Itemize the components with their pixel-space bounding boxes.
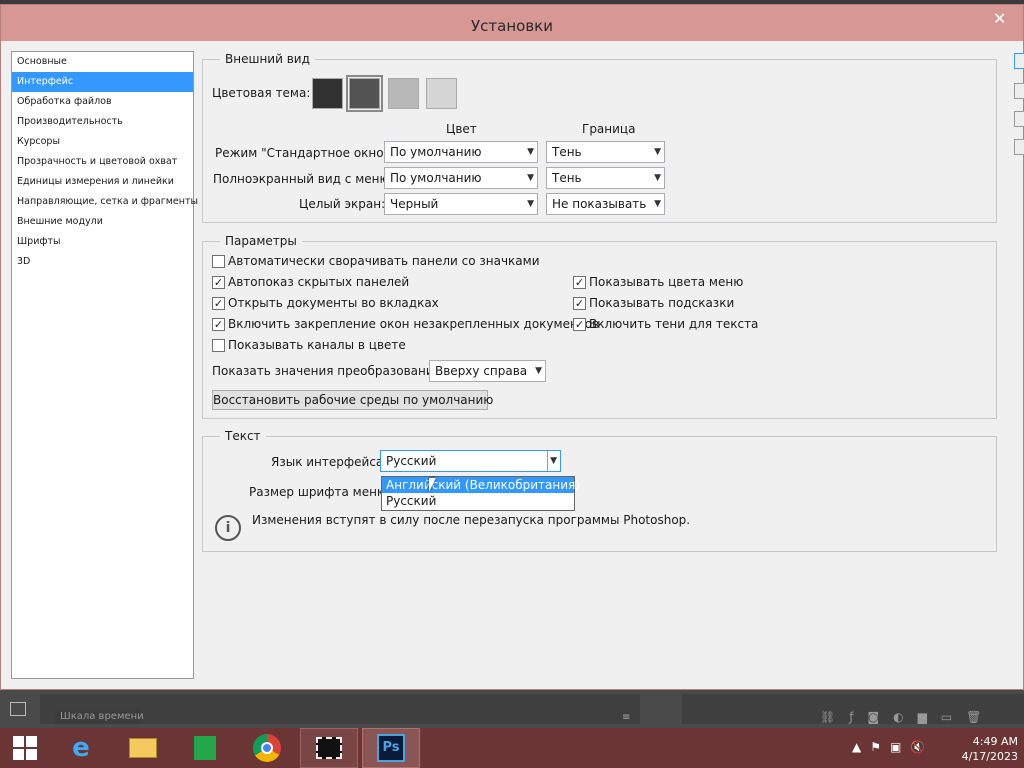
- close-icon[interactable]: ✕: [993, 9, 1006, 28]
- preferences-dialog: Установки ✕ Основные Интерфейс Обработка…: [0, 4, 1024, 690]
- checkbox-auto-collapse[interactable]: [212, 255, 225, 268]
- timeline-panel-strip: Шкала времени ≡ ⛓ƒ◙◐▆▭🗑: [0, 690, 1024, 728]
- chevron-down-icon: ▼: [654, 199, 661, 209]
- preferences-nav: Основные Интерфейс Обработка файлов Прои…: [11, 51, 198, 679]
- nav-item-general[interactable]: Основные: [12, 52, 193, 72]
- panel-toggle-icon[interactable]: [10, 702, 26, 716]
- restart-info-text: Изменения вступят в силу после перезапус…: [252, 513, 691, 527]
- standard-window-border-select[interactable]: Тень ▼: [546, 141, 665, 163]
- open-tabs-label: Открыть документы во вкладках: [228, 296, 439, 310]
- theme-swatch-lightest[interactable]: [426, 78, 457, 109]
- chevron-down-icon: ▼: [527, 147, 534, 157]
- menu-font-size-label: Размер шрифта меню:: [249, 485, 392, 499]
- internet-explorer-icon[interactable]: e: [52, 728, 110, 768]
- nav-item-type[interactable]: Шрифты: [12, 232, 193, 252]
- column-color-header: Цвет: [446, 122, 477, 136]
- tooltips-label: Показывать подсказки: [589, 296, 735, 310]
- column-border-header: Граница: [582, 122, 636, 136]
- fullscreen-menu-label: Полноэкранный вид с меню:: [213, 172, 394, 186]
- panel-menu-icon[interactable]: ≡: [622, 712, 630, 723]
- text-shadows-label: Включить тени для текста: [589, 317, 759, 331]
- chrome-icon[interactable]: [238, 728, 296, 768]
- full-screen-color-select[interactable]: Черный ▼: [384, 193, 538, 215]
- language-option-russian[interactable]: Русский: [382, 493, 574, 509]
- checkbox-open-tabs[interactable]: ✓: [212, 297, 225, 310]
- chevron-down-icon: ▼: [547, 451, 557, 471]
- full-screen-border-select[interactable]: Не показывать ▼: [546, 193, 665, 215]
- ui-language-label: Язык интерфейса:: [271, 455, 388, 469]
- checkbox-tooltips[interactable]: ✓: [573, 297, 586, 310]
- photoshop-icon[interactable]: Ps: [362, 728, 420, 768]
- theme-swatch-light[interactable]: [388, 78, 419, 109]
- language-dropdown-list: Английский (Великобритания) Русский: [381, 476, 580, 511]
- floating-dock-label: Включить закрепление окон незакрепленных…: [228, 317, 600, 331]
- layers-footer-icons: ⛓ƒ◙◐▆▭🗑: [820, 710, 996, 724]
- title-bar: Установки ✕: [1, 5, 1023, 41]
- standard-window-color-select[interactable]: По умолчанию ▼: [384, 141, 538, 163]
- video-app-icon[interactable]: [300, 728, 358, 768]
- auto-show-hidden-label: Автопоказ скрытых панелей: [228, 275, 410, 289]
- standard-window-label: Режим "Стандартное окно":: [215, 146, 394, 160]
- language-option-english-uk[interactable]: Английский (Великобритания): [382, 477, 580, 493]
- ok-button[interactable]: [1014, 53, 1024, 69]
- theme-swatch-darkest[interactable]: [312, 78, 343, 109]
- fullscreen-menu-color-select[interactable]: По умолчанию ▼: [384, 167, 538, 189]
- nav-item-performance[interactable]: Производительность: [12, 112, 193, 132]
- chevron-down-icon: ▼: [527, 173, 534, 183]
- prev-button[interactable]: [1014, 111, 1024, 127]
- appearance-group-title: Внешний вид: [220, 52, 315, 66]
- checkbox-channels-color[interactable]: [212, 339, 225, 352]
- chevron-down-icon: ▼: [654, 147, 661, 157]
- transform-values-select[interactable]: Вверху справа ▼: [429, 360, 546, 382]
- chevron-down-icon: ▼: [535, 366, 542, 376]
- transform-values-label: Показать значения преобразования:: [212, 364, 445, 378]
- taskbar-clock[interactable]: 4:49 AM 4/17/2023: [948, 734, 1018, 764]
- nav-item-plugins[interactable]: Внешние модули: [12, 212, 193, 232]
- nav-item-cursors[interactable]: Курсоры: [12, 132, 193, 152]
- full-screen-label: Целый экран:: [299, 197, 386, 211]
- theme-swatch-dark[interactable]: [346, 75, 383, 112]
- nav-item-interface[interactable]: Интерфейс: [12, 72, 193, 92]
- auto-collapse-label: Автоматически сворачивать панели со знач…: [228, 254, 540, 268]
- nav-item-transparency[interactable]: Прозрачность и цветовой охват: [12, 152, 193, 172]
- ui-language-select[interactable]: Русский ▼: [380, 450, 561, 472]
- info-icon: i: [215, 515, 241, 541]
- clock-time: 4:49 AM: [972, 735, 1018, 748]
- next-button[interactable]: [1014, 139, 1024, 155]
- nav-item-3d[interactable]: 3D: [12, 252, 193, 272]
- timeline-tab[interactable]: Шкала времени: [54, 710, 144, 724]
- channels-color-label: Показывать каналы в цвете: [228, 338, 406, 352]
- checkbox-floating-dock[interactable]: ✓: [212, 318, 225, 331]
- text-group-title: Текст: [220, 429, 266, 443]
- mouse-cursor-icon: [429, 478, 436, 492]
- menu-colors-label: Показывать цвета меню: [589, 275, 744, 289]
- clock-date: 4/17/2023: [961, 750, 1018, 763]
- chevron-down-icon: ▼: [654, 173, 661, 183]
- color-theme-label: Цветовая тема:: [212, 86, 311, 100]
- options-group-title: Параметры: [220, 234, 302, 248]
- nav-item-units[interactable]: Единицы измерения и линейки: [12, 172, 193, 192]
- nav-item-guides[interactable]: Направляющие, сетка и фрагменты: [12, 192, 198, 212]
- dialog-title: Установки: [471, 17, 553, 35]
- checkbox-text-shadows[interactable]: ✓: [573, 318, 586, 331]
- store-icon[interactable]: [176, 728, 234, 768]
- chevron-down-icon: ▼: [527, 199, 534, 209]
- checkbox-menu-colors[interactable]: ✓: [573, 276, 586, 289]
- cancel-button[interactable]: [1014, 83, 1024, 99]
- nav-item-file-handling[interactable]: Обработка файлов: [12, 92, 193, 112]
- fullscreen-menu-border-select[interactable]: Тень ▼: [546, 167, 665, 189]
- restore-workspaces-button[interactable]: Восстановить рабочие среды по умолчанию: [212, 390, 493, 410]
- tray-icons[interactable]: ▲⚑▣🔇: [852, 740, 934, 754]
- windows-taskbar: e Ps ▲⚑▣🔇 4:49 AM 4/17/2023: [0, 728, 1024, 768]
- start-icon[interactable]: [0, 728, 50, 768]
- file-explorer-icon[interactable]: [114, 728, 172, 768]
- checkbox-auto-show-hidden[interactable]: ✓: [212, 276, 225, 289]
